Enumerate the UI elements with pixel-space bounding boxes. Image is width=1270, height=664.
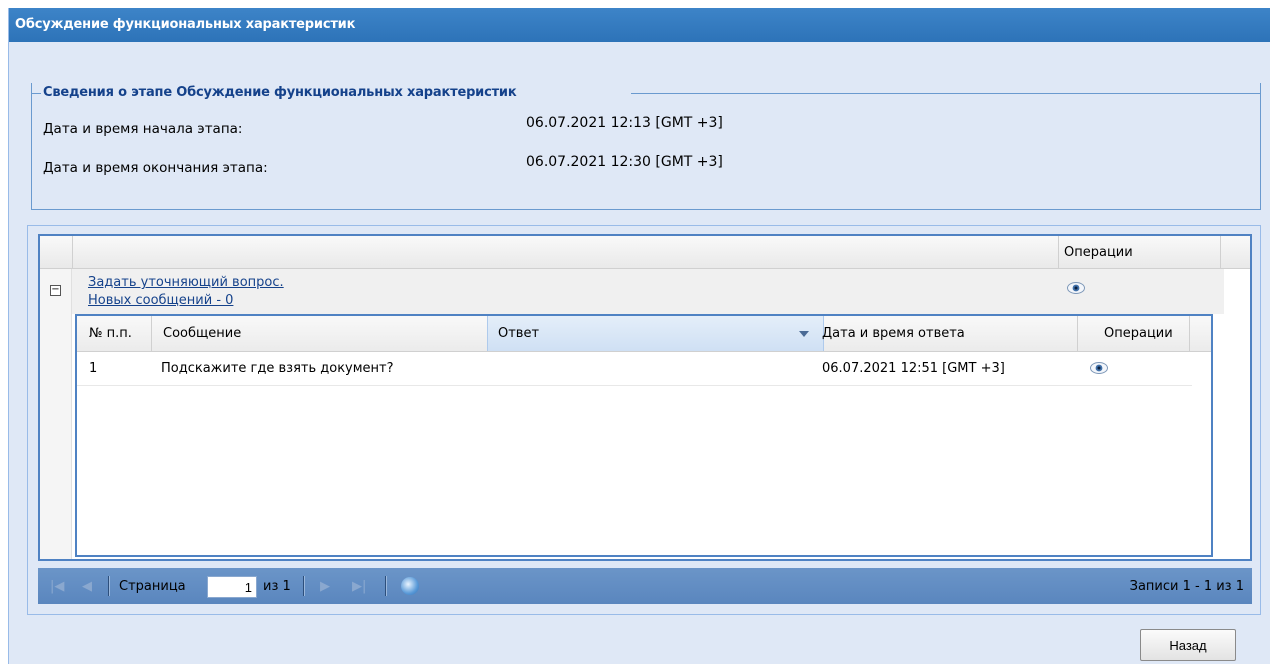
column-separator: [1189, 316, 1190, 352]
questions-grid-header: Операции: [40, 236, 1250, 269]
panel-title: Обсуждение функциональных характеристик: [9, 8, 1270, 42]
column-separator: [1077, 316, 1078, 352]
next-page-icon[interactable]: ▶: [320, 579, 330, 594]
questions-grid: Операции − Задать уточняющий вопрос. Нов…: [38, 234, 1252, 561]
stage-info-legend: Сведения о этапе Обсуждение функциональн…: [43, 85, 517, 100]
start-label: Дата и время начала этапа:: [43, 121, 243, 137]
col-operations[interactable]: Операции: [1104, 326, 1173, 341]
new-messages-link[interactable]: Новых сообщений - 0: [88, 293, 233, 308]
last-page-icon[interactable]: ▶|: [352, 579, 366, 594]
column-separator: [1220, 236, 1221, 269]
column-separator: [72, 236, 73, 269]
cell-message: Подскажите где взять документ?: [161, 361, 394, 376]
toolbar-separator: [385, 576, 387, 596]
table-row[interactable]: 1 Подскажите где взять документ? 06.07.2…: [77, 352, 1192, 386]
messages-grid-header: № п.п. Сообщение Ответ Дата и время отве…: [77, 316, 1211, 352]
eye-icon[interactable]: [1067, 282, 1085, 294]
end-label: Дата и время окончания этапа:: [43, 160, 268, 176]
records-count: Записи 1 - 1 из 1: [1129, 579, 1244, 594]
end-value: 06.07.2021 12:30 [GMT +3]: [526, 154, 723, 170]
toolbar-separator: [108, 576, 110, 596]
legend-border-left: [31, 93, 41, 94]
column-separator: [1058, 236, 1059, 269]
col-message[interactable]: Сообщение: [163, 326, 241, 341]
row-gutter: [40, 269, 72, 559]
chevron-down-icon[interactable]: [799, 331, 809, 337]
cell-answer-time: 06.07.2021 12:51 [GMT +3]: [822, 361, 1005, 376]
ask-question-link[interactable]: Задать уточняющий вопрос.: [88, 275, 284, 290]
col-answer-time[interactable]: Дата и время ответа: [822, 326, 965, 341]
refresh-icon[interactable]: [401, 577, 419, 595]
column-separator: [151, 316, 152, 352]
pagination-toolbar: |◀ ◀ Страница из 1 ▶ ▶| Записи 1 - 1 из …: [38, 568, 1252, 604]
minus-icon[interactable]: −: [50, 285, 61, 296]
scroll-gutter: [1224, 269, 1250, 559]
first-page-icon[interactable]: |◀: [50, 579, 64, 594]
toolbar-separator: [303, 576, 305, 596]
cell-number: 1: [89, 361, 98, 376]
col-number[interactable]: № п.п.: [89, 326, 132, 341]
main-panel: Обсуждение функциональных характеристик …: [8, 8, 1270, 664]
start-value: 06.07.2021 12:13 [GMT +3]: [526, 115, 723, 131]
prev-page-icon[interactable]: ◀: [82, 579, 92, 594]
page-label: Страница: [119, 579, 186, 594]
operations-header[interactable]: Операции: [1064, 245, 1133, 260]
legend-border-right: [631, 93, 1261, 94]
back-button[interactable]: Назад: [1140, 629, 1236, 661]
col-answer[interactable]: Ответ: [498, 326, 539, 341]
page-total: из 1: [263, 579, 291, 594]
eye-icon[interactable]: [1090, 362, 1108, 374]
messages-grid: № п.п. Сообщение Ответ Дата и время отве…: [75, 314, 1213, 557]
questions-grid-container: Операции − Задать уточняющий вопрос. Нов…: [27, 225, 1261, 615]
page-number-input[interactable]: [207, 576, 257, 598]
stage-info-fieldset: [31, 83, 1261, 210]
